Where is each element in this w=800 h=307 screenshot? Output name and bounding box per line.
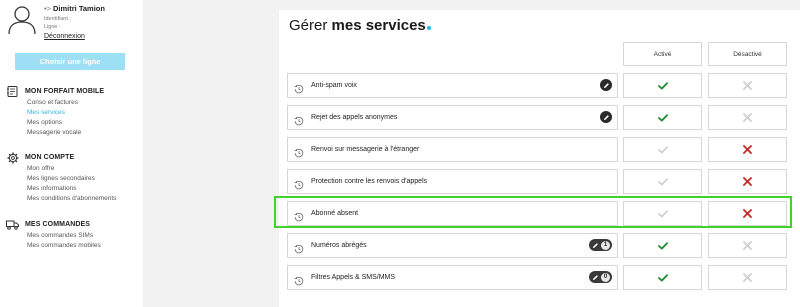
edit-button[interactable] [600,79,612,91]
row-highlight [274,196,792,228]
history-icon [294,113,304,125]
activate-cell[interactable] [623,169,702,194]
service-name: Protection contre les renvois d'appels [311,178,428,185]
nav-item-services[interactable]: Mes services [27,108,141,118]
service-name: Rejet des appels anonymes [311,114,398,121]
nav-item-messagerie[interactable]: Messagerie vocale [27,128,141,138]
nav-heading[interactable]: MON COMPTE [6,152,141,163]
avatar-icon [8,6,36,35]
service-row: Protection contre les renvois d'appels [287,169,618,194]
service-row: Rejet des appels anonymes [287,105,618,130]
cross-icon [743,81,752,90]
service-row: Numéros abrégés 1 [287,233,618,258]
nav-heading-label: MON COMPTE [25,154,75,161]
history-icon [294,81,304,93]
service-name: Anti-spam voix [311,82,357,89]
deactivate-cell[interactable] [708,169,787,194]
activate-cell[interactable] [623,265,702,290]
count-badge: 0 [601,272,610,282]
edit-button[interactable] [600,111,612,123]
activate-cell[interactable] [623,73,702,98]
deactivate-cell[interactable] [708,105,787,130]
pencil-icon [591,273,600,282]
check-icon [657,81,668,90]
nav-item-conditions[interactable]: Mes conditions d'abonnements [27,194,141,204]
activate-cell[interactable] [623,233,702,258]
activate-cell[interactable] [623,105,702,130]
pencil-icon [603,114,610,121]
nav-heading-label: MON FORFAIT MOBILE [25,88,105,95]
nav-heading[interactable]: MON FORFAIT MOBILE [6,86,141,97]
nav-section-compte: MON COMPTE Mon offre Mes lignes secondai… [6,152,141,204]
history-icon [294,241,304,253]
history-icon [294,177,304,189]
nav-item-options[interactable]: Mes options [27,118,141,128]
sidebar: •> Dimitri Tamion Identifiant : Ligne : D… [0,0,143,307]
nav-item-mobiles[interactable]: Mes commandes mobiles [27,241,141,251]
column-header-inactive: Désactivé [708,42,787,66]
check-icon [657,113,668,122]
signal-icon: •> [44,4,52,13]
nav-item-conso[interactable]: Conso et factures [27,98,141,108]
cross-icon [743,241,752,250]
check-icon [657,145,668,154]
choose-line-button[interactable]: Choisir une ligne [15,53,125,70]
count-badge: 1 [601,240,610,250]
pencil-icon [603,82,610,89]
cross-icon [743,145,752,154]
nav-heading[interactable]: MES COMMANDES [6,219,141,230]
service-name: Filtres Appels & SMS/MMS [311,274,396,281]
user-name: •> Dimitri Tamion [44,4,105,13]
nav-section-commandes: MES COMMANDES Mes commandes SIMs Mes com… [6,219,141,251]
nav-item-informations[interactable]: Mes informations [27,184,141,194]
service-row: Anti-spam voix [287,73,618,98]
cross-icon [743,273,752,282]
phone-book-icon [6,86,19,97]
check-icon [657,177,668,186]
identifier-label: Identifiant : [44,16,71,22]
services-card: Gérer mes services Activé Désactivé Anti… [279,10,800,307]
page-title: Gérer mes services [289,17,431,34]
deactivate-cell[interactable] [708,137,787,162]
service-name: Numéros abrégés [311,242,367,249]
nav-heading-label: MES COMMANDES [25,221,91,228]
deactivate-cell[interactable] [708,73,787,98]
deactivate-cell[interactable] [708,265,787,290]
history-icon [294,145,304,157]
nav-item-lignes[interactable]: Mes lignes secondaires [27,174,141,184]
nav-item-offre[interactable]: Mon offre [27,164,141,174]
history-icon [294,273,304,285]
logout-link[interactable]: Déconnexion [44,33,85,40]
line-label: Ligne : [44,24,61,30]
service-row: Filtres Appels & SMS/MMS 0 [287,265,618,290]
pencil-icon [591,241,600,250]
accent-dot [426,26,431,30]
truck-icon [6,219,19,230]
nav-section-forfait: MON FORFAIT MOBILE Conso et factures Mes… [6,86,141,138]
check-icon [657,241,668,250]
gear-icon [6,152,19,163]
activate-cell[interactable] [623,137,702,162]
nav-item-sims[interactable]: Mes commandes SIMs [27,231,141,241]
cross-icon [743,113,752,122]
check-icon [657,273,668,282]
service-row: Renvoi sur messagerie à l'étranger [287,137,618,162]
edit-count-button[interactable]: 0 [589,271,612,283]
deactivate-cell[interactable] [708,233,787,258]
service-name: Renvoi sur messagerie à l'étranger [311,146,420,153]
cross-icon [743,177,752,186]
column-header-active: Activé [623,42,702,66]
edit-count-button[interactable]: 1 [589,239,612,251]
